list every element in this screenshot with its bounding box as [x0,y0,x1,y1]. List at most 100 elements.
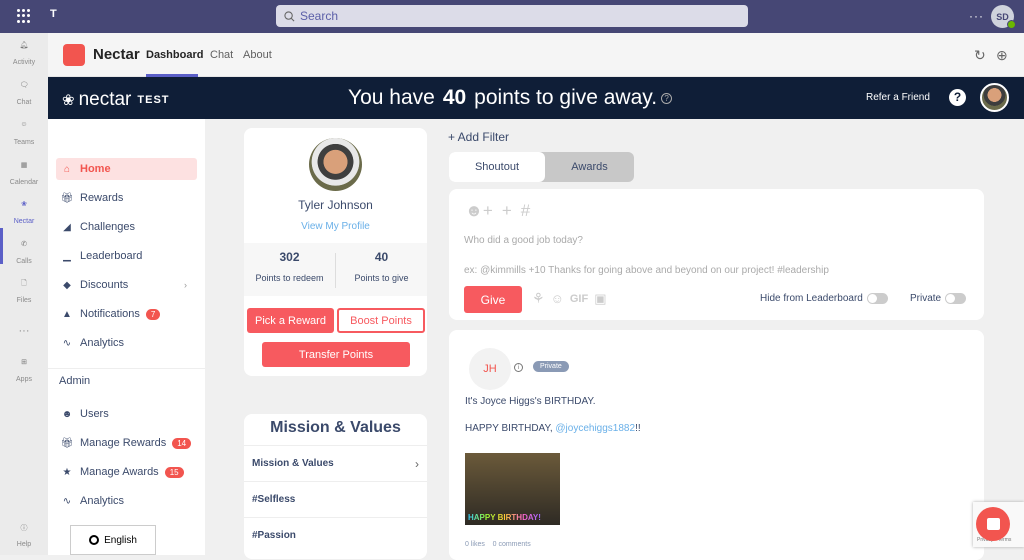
private-badge: Private [533,361,569,372]
post-meta: 0 likes 0 comments [465,541,531,548]
globe-icon[interactable]: ⊕ [996,47,1008,64]
flag-icon: ◢ [63,221,71,233]
profile-avatar[interactable] [309,138,362,191]
nav-label: Rewards [80,192,124,204]
home-icon: ⌂ [63,163,71,175]
rail-item-calls[interactable]: ✆ Calls [0,240,48,265]
boost-points-button[interactable]: Boost Points [337,308,425,333]
private-toggle[interactable] [945,293,967,304]
pick-reward-button[interactable]: Pick a Reward [247,308,334,333]
nav-label: Users [80,408,109,420]
add-filter-button[interactable]: + Add Filter [448,130,509,144]
image-icon[interactable]: ▣ [594,291,606,307]
tab-awards[interactable]: Awards [545,152,634,182]
support-chat-button[interactable] [976,507,1010,541]
search-input[interactable]: Search [276,5,748,27]
bell-icon: 🔔︎ [19,42,29,49]
help-icon: ⓘ [20,525,28,532]
view-profile-link[interactable]: View My Profile [244,221,427,232]
sidebar-item-analytics[interactable]: ∿ Analytics [56,332,197,354]
sidebar-item-home[interactable]: ⌂ Home [56,158,197,180]
sidebar-item-rewards[interactable]: 🎁︎ Rewards [56,187,197,209]
mission-row[interactable]: #Selfless [244,481,427,517]
redeem-value: 302 [279,250,300,264]
compose-input[interactable]: Who did a good job today? [464,235,583,246]
nectar-banner-logo: ❀ nectar TEST [62,89,170,111]
rail-item-teams[interactable]: ☺︎ Teams [0,121,48,146]
rail-item-more[interactable]: ··· [0,325,48,337]
post-author-avatar[interactable]: JH [469,348,511,390]
private-label: Private [910,293,942,304]
phone-icon: ✆ [21,241,27,248]
rail-item-files[interactable]: 🗋 Files [0,279,48,304]
add-user-icon[interactable]: ☻+ [465,201,493,221]
tab-chat[interactable]: Chat [210,49,233,61]
mention-link[interactable]: @joycehiggs1882 [555,423,635,434]
sidebar-item-challenges[interactable]: ◢ Challenges [56,216,197,238]
podium-icon: ▁ [63,250,71,262]
help-button[interactable]: ? [949,89,966,106]
comments-count[interactable]: 0 comments [493,541,531,548]
gif-icon[interactable]: GIF [570,293,588,305]
chart-icon: ∿ [62,337,72,349]
rail-label: Help [16,541,32,548]
sidebar-item-discounts[interactable]: ◆ Discounts › [56,274,197,296]
sidebar-item-users[interactable]: ☻ Users [56,403,197,425]
shoutout-composer: ☻+ + # Who did a good job today? ex: @ki… [449,189,984,320]
rail-item-help[interactable]: ⓘ Help [0,523,48,548]
rail-item-apps[interactable]: ⊞ Apps [0,358,48,383]
emoji-icon[interactable]: ☺ [551,291,564,306]
composer-toolbar: ☻+ + # [465,201,530,221]
rail-label: Activity [12,59,36,66]
sidebar-item-manage-rewards[interactable]: 🎁︎ Manage Rewards 14 [56,432,197,454]
hide-leaderboard-toggle[interactable] [866,293,888,304]
mission-row[interactable]: Mission & Values › [244,445,427,481]
user-avatar[interactable]: SD [991,5,1016,29]
nectar-leaf-icon: ❀ [62,92,75,109]
status-available-icon [1007,20,1016,29]
chat-icon [986,518,1000,530]
user-profile-avatar[interactable] [980,83,1009,112]
rail-item-activity[interactable]: 🔔︎ Activity [0,41,48,66]
hide-from-leaderboard-option: Hide from Leaderboard [760,293,888,304]
nectar-icon: ❀ [21,201,27,208]
nav-label: Home [80,163,111,175]
private-option: Private [910,293,967,304]
sidebar-item-admin-analytics[interactable]: ∿ Analytics [56,490,197,512]
nav-label: Notifications [80,308,140,320]
tag-icon: ◆ [63,279,71,291]
award-icon[interactable]: ⚘ [532,290,545,307]
file-icon: 🗋 [21,280,27,287]
likes-count[interactable]: 0 likes [465,541,485,548]
add-points-icon[interactable]: + [502,201,512,221]
info-icon[interactable]: i [514,363,523,372]
transfer-points-button[interactable]: Transfer Points [262,342,410,367]
more-options-icon[interactable]: ··· [969,9,984,23]
sidebar-item-notifications[interactable]: ▲ Notifications 7 [56,303,197,325]
app-name: Nectar [93,46,140,63]
tab-dashboard[interactable]: Dashboard [146,49,203,61]
tab-shoutout[interactable]: Shoutout [449,152,545,182]
mission-row-label: #Selfless [252,494,296,505]
sidebar-item-leaderboard[interactable]: ▁ Leaderboard [56,245,197,267]
app-launcher-icon[interactable] [17,9,31,23]
question-icon[interactable]: ? [661,92,673,104]
tab-about[interactable]: About [243,49,272,61]
mission-row[interactable]: #Passion [244,517,427,553]
search-icon [284,10,295,21]
rail-item-calendar[interactable]: ▦ Calendar [0,161,48,186]
give-button[interactable]: Give [464,286,522,313]
sidebar-item-manage-awards[interactable]: ★ Manage Awards 15 [56,461,197,483]
msg-prefix: You have [348,86,435,109]
rail-item-nectar[interactable]: ❀ Nectar [0,200,48,225]
rail-item-chat[interactable]: 🗨︎ Chat [0,81,48,106]
chat-icon: 🗨︎ [19,82,29,89]
nav-label: Analytics [80,337,125,349]
language-selector[interactable]: English [70,525,156,555]
hashtag-icon[interactable]: # [521,201,530,221]
post-body-suffix: !! [635,423,641,434]
nav-label: Challenges [80,221,136,233]
refer-a-friend-link[interactable]: Refer a Friend [866,92,930,103]
refresh-icon[interactable]: ↻ [974,47,986,64]
language-radio-icon [89,535,100,545]
